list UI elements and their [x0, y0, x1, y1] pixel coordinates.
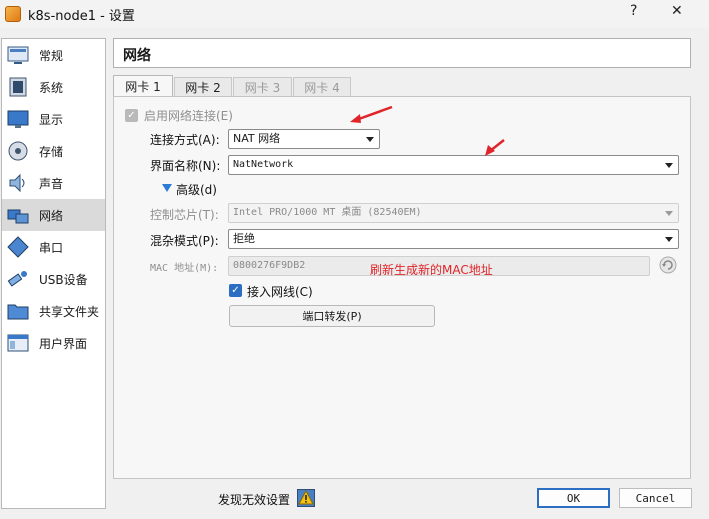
serial-port-icon — [7, 236, 29, 258]
sidebar-item-shared-folders[interactable]: 共享文件夹 — [2, 295, 105, 327]
sidebar-item-system[interactable]: 系统 — [2, 71, 105, 103]
sidebar-item-audio[interactable]: 声音 — [2, 167, 105, 199]
sidebar-item-usb[interactable]: USB设备 — [2, 263, 105, 295]
ok-button[interactable]: OK — [537, 488, 610, 508]
display-monitor-icon — [7, 110, 29, 128]
warning-icon[interactable] — [297, 489, 315, 507]
title-bar: k8s-node1 - 设置 ? ✕ — [0, 0, 709, 28]
virtualbox-icon — [5, 6, 21, 22]
promiscuous-mode-label: 混杂模式(P): — [150, 234, 219, 248]
folder-icon — [7, 304, 29, 320]
invalid-settings-label: 发现无效设置 — [218, 493, 291, 507]
general-icon — [7, 46, 29, 64]
attached-to-label: 连接方式(A): — [150, 133, 220, 147]
cable-connected-checkbox[interactable]: ✓ — [229, 284, 242, 297]
chevron-down-icon — [366, 137, 374, 142]
storage-disk-icon — [8, 141, 28, 161]
sidebar-item-display[interactable]: 显示 — [2, 103, 105, 135]
adapter-type-select[interactable]: Intel PRO/1000 MT 桌面 (82540EM) — [228, 203, 679, 223]
enable-adapter-label: 启用网络连接(E) — [144, 109, 233, 123]
help-button[interactable]: ? — [630, 3, 637, 19]
usb-icon — [7, 271, 27, 287]
cable-connected-label: 接入网线(C) — [247, 285, 313, 299]
sidebar-item-storage[interactable]: 存储 — [2, 135, 105, 167]
tab-adapter-3[interactable]: 网卡 3 — [233, 77, 292, 97]
adapter-type-label: 控制芯片(T): — [150, 208, 219, 222]
enable-adapter-checkbox[interactable]: ✓ — [125, 109, 138, 122]
sidebar-item-serial[interactable]: 串口 — [2, 231, 105, 263]
triangle-down-icon — [162, 184, 172, 192]
tab-adapter-2[interactable]: 网卡 2 — [174, 77, 232, 97]
sidebar-item-user-interface[interactable]: 用户界面 — [2, 327, 105, 359]
adapter-name-select[interactable]: NatNetwork — [228, 155, 679, 175]
cancel-button[interactable]: Cancel — [619, 488, 692, 508]
adapter-name-label: 界面名称(N): — [150, 159, 221, 173]
chevron-down-icon — [665, 211, 673, 216]
advanced-toggle[interactable]: 高级(d) — [162, 181, 232, 197]
port-forwarding-button[interactable]: 端口转发(P) — [229, 305, 435, 327]
page-title: 网络 — [123, 48, 151, 64]
page-header: 网络 — [113, 38, 691, 68]
adapter-panel: ✓ 启用网络连接(E) 连接方式(A): NAT 网络 界面名称(N): Nat… — [113, 96, 691, 479]
settings-sidebar: 常规 系统 显示 存储 声音 网络 串口 USB设备 共享文件夹 用户界面 — [1, 38, 106, 509]
audio-speaker-icon — [9, 173, 25, 193]
refresh-icon[interactable] — [659, 256, 677, 274]
advanced-label: 高级(d) — [176, 183, 217, 197]
annotation-arrow-icon — [350, 105, 393, 123]
network-icon — [7, 209, 29, 224]
system-chip-icon — [9, 77, 27, 97]
close-button[interactable]: ✕ — [671, 3, 683, 19]
tab-adapter-4[interactable]: 网卡 4 — [293, 77, 351, 97]
attached-to-select[interactable]: NAT 网络 — [228, 129, 380, 149]
mac-annotation: 刷新生成新的MAC地址 — [370, 263, 493, 277]
sidebar-item-general[interactable]: 常规 — [2, 39, 105, 71]
user-interface-icon — [7, 334, 29, 352]
chevron-down-icon — [665, 237, 673, 242]
promiscuous-mode-select[interactable]: 拒绝 — [228, 229, 679, 249]
chevron-down-icon — [665, 163, 673, 168]
sidebar-item-network[interactable]: 网络 — [2, 199, 105, 231]
tab-adapter-1[interactable]: 网卡 1 — [113, 75, 173, 97]
annotation-arrow-icon — [485, 139, 505, 156]
mac-address-label: MAC 地址(M): — [150, 263, 219, 274]
window-title: k8s-node1 - 设置 — [28, 9, 135, 24]
